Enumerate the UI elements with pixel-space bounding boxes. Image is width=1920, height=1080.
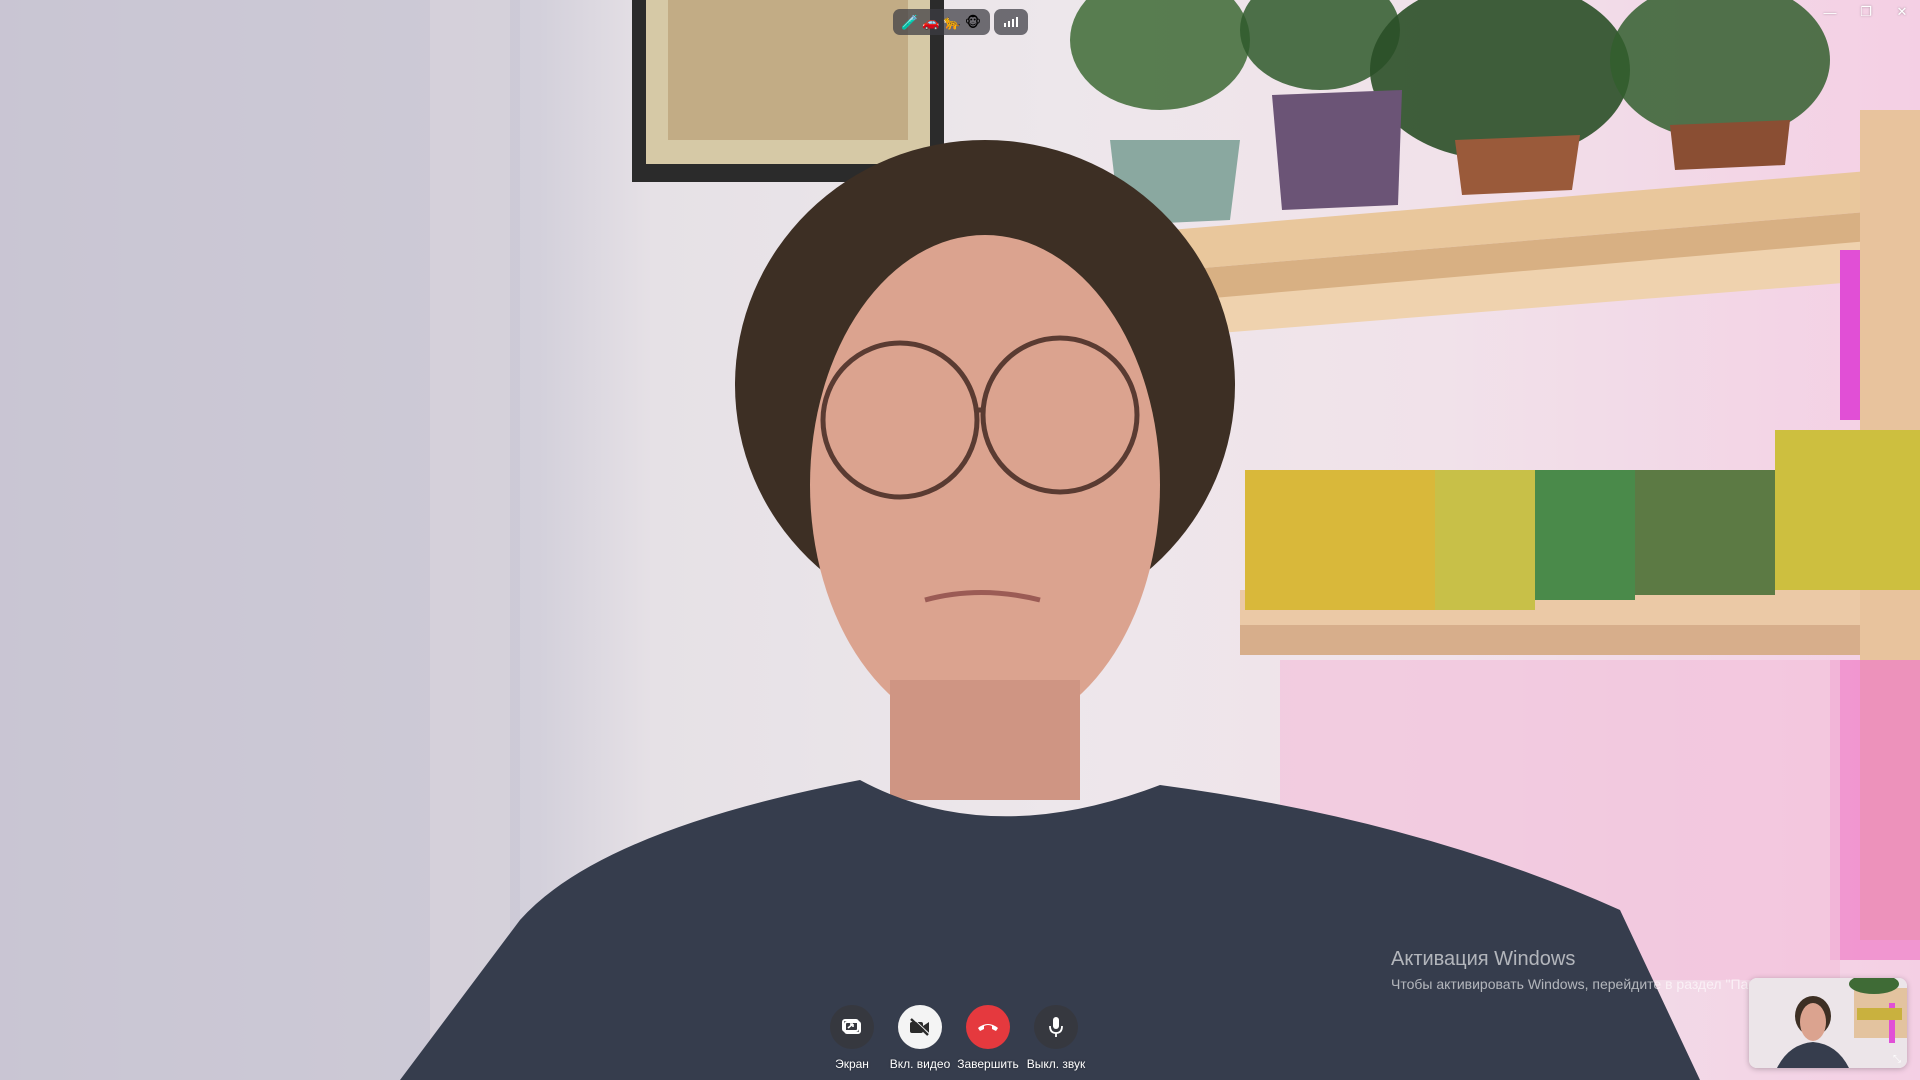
emoji-monkey-icon: 🐵 bbox=[964, 14, 982, 30]
video-toggle-label: Вкл. видео bbox=[889, 1057, 951, 1071]
remote-video bbox=[0, 0, 1920, 1080]
microphone-icon bbox=[1034, 1005, 1078, 1049]
call-controls: Экран Вкл. видео Завершить Выкл. звук bbox=[830, 1005, 1085, 1071]
screen-share-button[interactable]: Экран bbox=[830, 1005, 874, 1071]
video-off-icon bbox=[898, 1005, 942, 1049]
end-call-label: Завершить bbox=[957, 1057, 1019, 1071]
mute-label: Выкл. звук bbox=[1026, 1057, 1086, 1071]
signal-bars-icon bbox=[994, 9, 1028, 35]
mute-button[interactable]: Выкл. звук bbox=[1027, 1005, 1085, 1071]
emoji-car-icon: 🚗 bbox=[922, 14, 940, 30]
video-call-window: — ❐ ✕ 🧪 🚗 🐆 🐵 Активация Windows Чтобы ак… bbox=[0, 0, 1920, 1080]
self-view-scene bbox=[1749, 978, 1907, 1068]
encryption-emoji-key[interactable]: 🧪 🚗 🐆 🐵 bbox=[893, 9, 990, 35]
phone-hangup-icon bbox=[966, 1005, 1010, 1049]
restore-button[interactable]: ❐ bbox=[1848, 0, 1884, 24]
screen-share-label: Экран bbox=[835, 1057, 869, 1071]
emoji-leopard-icon: 🐆 bbox=[943, 14, 961, 30]
end-call-button[interactable]: Завершить bbox=[957, 1005, 1019, 1071]
minimize-button[interactable]: — bbox=[1812, 0, 1848, 24]
video-toggle-button[interactable]: Вкл. видео bbox=[890, 1005, 950, 1071]
self-view-video[interactable]: ⤡ bbox=[1749, 978, 1907, 1068]
screen-share-icon bbox=[830, 1005, 874, 1049]
emoji-flask-icon: 🧪 bbox=[901, 14, 919, 30]
remote-video-scene bbox=[0, 0, 1920, 1080]
window-controls: — ❐ ✕ bbox=[1812, 0, 1920, 24]
call-status-bar: 🧪 🚗 🐆 🐵 bbox=[893, 9, 1028, 35]
close-button[interactable]: ✕ bbox=[1884, 0, 1920, 24]
resize-corner-icon[interactable]: ⤡ bbox=[1893, 1055, 1903, 1065]
